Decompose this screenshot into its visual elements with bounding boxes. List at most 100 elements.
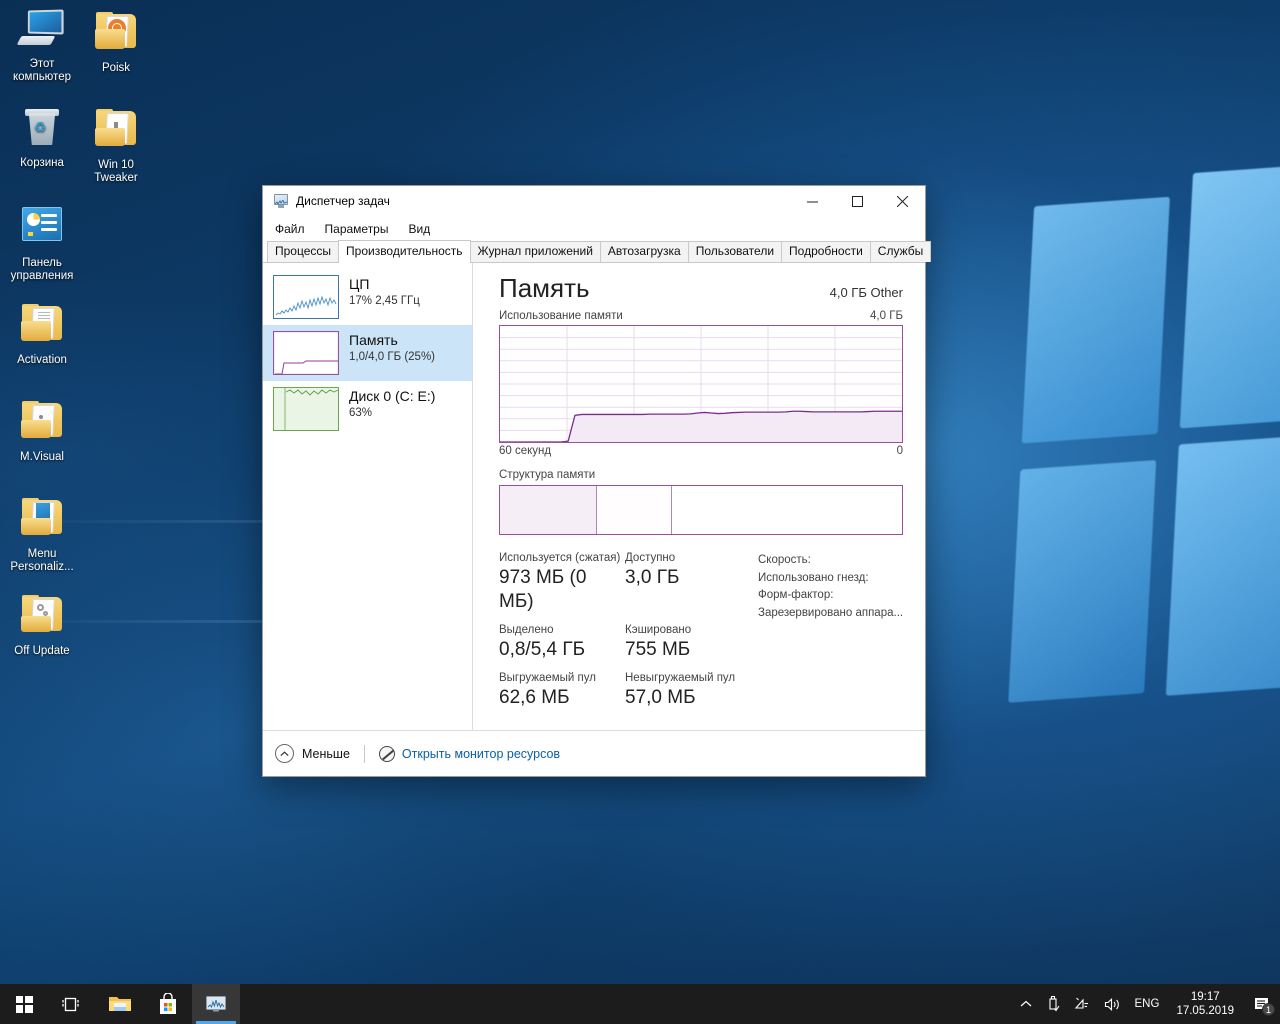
graph-y-max: 4,0 ГБ [870, 310, 903, 322]
desktop-icon-activation[interactable]: Activation [5, 300, 79, 367]
desktop-icon-off-update[interactable]: Off Update [5, 591, 79, 658]
desktop-icon-m-visual[interactable]: M.Visual [5, 397, 79, 464]
sidebar-item-sublabel: 63% [349, 407, 373, 419]
graph-x-right: 0 [896, 445, 903, 457]
stat-row: Выгружаемый пул 62,6 МБ Невыгружаемый пу… [499, 671, 744, 710]
system-tray: ENG 19:17 17.05.2019 1 [1013, 984, 1280, 1024]
window-footer: Меньше Открыть монитор ресурсов [263, 730, 925, 776]
tray-clock[interactable]: 19:17 17.05.2019 [1166, 984, 1244, 1024]
tray-expand-button[interactable] [1013, 984, 1039, 1024]
file-explorer-button[interactable] [96, 984, 144, 1024]
desktop-icon-poisk[interactable]: Poisk [79, 8, 153, 75]
desktop-icon-menu-personalization[interactable]: Menu Personaliz... [5, 494, 79, 574]
menu-file[interactable]: Файл [273, 220, 307, 238]
desktop-icon-win10-tweaker[interactable]: Win 10 Tweaker [79, 105, 153, 185]
cpu-thumbnail-graph [273, 275, 339, 319]
sidebar-item-memory[interactable]: Память 1,0/4,0 ГБ (25%) [263, 325, 472, 381]
disk-thumbnail-graph [273, 387, 339, 431]
resource-monitor-icon [378, 745, 395, 762]
desktop-icon-recycle-bin[interactable]: ♻ Корзина [5, 105, 79, 170]
memory-statistics: Используется (сжатая) 973 МБ (0 МБ) Дост… [499, 551, 903, 719]
window-controls [790, 186, 925, 216]
stat-label: Выгружаемый пул [499, 672, 596, 684]
sidebar-item-sublabel: 1,0/4,0 ГБ (25%) [349, 351, 436, 363]
tab-details[interactable]: Подробности [781, 241, 871, 262]
hw-speed: Скорость: [758, 554, 811, 566]
windows-wallpaper-logo [1006, 159, 1280, 739]
usb-icon [1048, 996, 1059, 1012]
desktop-icon-label: Menu Personaliz... [10, 548, 74, 573]
fewer-details-label: Меньше [302, 746, 350, 761]
tab-startup[interactable]: Автозагрузка [599, 241, 689, 262]
tab-services[interactable]: Службы [869, 241, 932, 262]
control-panel-icon [19, 207, 65, 253]
chevron-up-icon [1020, 1000, 1031, 1007]
menu-bar: Файл Параметры Вид [263, 216, 925, 241]
resource-list: ЦП 17% 2,45 ГГц Память 1,0/4,0 ГБ (25%) [263, 263, 473, 730]
this-pc-icon [16, 8, 65, 54]
page-title: Память [499, 273, 590, 303]
start-button[interactable] [0, 984, 48, 1024]
folder-icon [19, 595, 65, 641]
memory-stats-left: Используется (сжатая) 973 МБ (0 МБ) Дост… [499, 551, 744, 719]
tab-bar: Процессы Производительность Журнал прило… [263, 240, 932, 263]
sidebar-item-label: Память [349, 332, 398, 348]
speaker-icon [1104, 997, 1119, 1011]
graph-x-left: 60 секунд [499, 445, 552, 457]
tab-processes[interactable]: Процессы [267, 241, 340, 262]
tray-network-button[interactable] [1067, 984, 1097, 1024]
memory-total-label: 4,0 ГБ Other [829, 285, 903, 300]
open-resource-monitor-link[interactable]: Открыть монитор ресурсов [378, 745, 561, 762]
tray-volume-button[interactable] [1097, 984, 1128, 1024]
folder-icon [93, 109, 139, 155]
recycle-bin-icon: ♻ [19, 107, 65, 153]
folder-icon [19, 498, 65, 544]
action-center-button[interactable]: 1 [1244, 984, 1280, 1024]
menu-view[interactable]: Вид [406, 220, 432, 238]
task-manager-taskbar-button[interactable] [192, 984, 240, 1024]
chevron-up-icon [275, 744, 294, 763]
clock-time: 19:17 [1190, 991, 1220, 1003]
window-body: ЦП 17% 2,45 ГГц Память 1,0/4,0 ГБ (25%) [263, 263, 925, 730]
menu-options[interactable]: Параметры [323, 220, 391, 238]
memory-usage-graph[interactable] [499, 325, 903, 443]
stat-committed: Выделено 0,8/5,4 ГБ [499, 623, 625, 662]
stat-paged-pool: Выгружаемый пул 62,6 МБ [499, 671, 625, 710]
desktop-icon-label: Win 10 Tweaker [94, 159, 138, 184]
task-manager-window: Диспетчер задач Файл Параметры Вид Проце… [262, 185, 932, 777]
close-button[interactable] [880, 186, 925, 216]
maximize-button[interactable] [835, 186, 880, 216]
desktop-icon-this-pc[interactable]: Этот компьютер [5, 8, 79, 84]
sidebar-item-cpu[interactable]: ЦП 17% 2,45 ГГц [263, 269, 472, 325]
fewer-details-button[interactable]: Меньше [275, 744, 350, 763]
tray-language-indicator[interactable]: ENG [1128, 984, 1167, 1024]
tab-performance[interactable]: Производительность [338, 240, 471, 263]
tray-usb-button[interactable] [1039, 984, 1067, 1024]
resource-monitor-label: Открыть монитор ресурсов [401, 746, 561, 761]
desktop-icon-label: Панель управления [10, 257, 74, 282]
task-view-button[interactable] [48, 984, 96, 1024]
store-bag-icon [160, 993, 176, 1014]
stat-value: 755 МБ [625, 639, 691, 660]
logo-pane-bottom-left [1008, 460, 1157, 703]
minimize-button[interactable] [790, 186, 835, 216]
tab-app-history[interactable]: Журнал приложений [469, 241, 601, 262]
tab-users[interactable]: Пользователи [687, 241, 783, 262]
composition-segment-in-use [500, 486, 596, 534]
wifi-icon [1074, 997, 1088, 1009]
memory-composition-bar[interactable] [499, 485, 903, 535]
sidebar-item-disk0[interactable]: Диск 0 (C: E:) 63% [263, 381, 472, 437]
folder-icon [109, 997, 131, 1011]
window-titlebar[interactable]: Диспетчер задач [263, 186, 925, 216]
desktop-icon-label: Корзина [20, 157, 64, 169]
stat-label: Выделено [499, 624, 554, 636]
folder-icon [19, 304, 65, 350]
microsoft-store-button[interactable] [144, 984, 192, 1024]
stat-value: 3,0 ГБ [625, 567, 680, 588]
graph-header: Использование памяти 4,0 ГБ [499, 310, 903, 322]
task-view-icon [62, 997, 79, 1011]
stat-value: 57,0 МБ [625, 687, 696, 708]
desktop-icon-control-panel[interactable]: Панель управления [5, 202, 79, 283]
hw-slots-used: Использовано гнезд: [758, 571, 869, 584]
stat-value: 973 МБ (0 МБ) [499, 567, 587, 612]
